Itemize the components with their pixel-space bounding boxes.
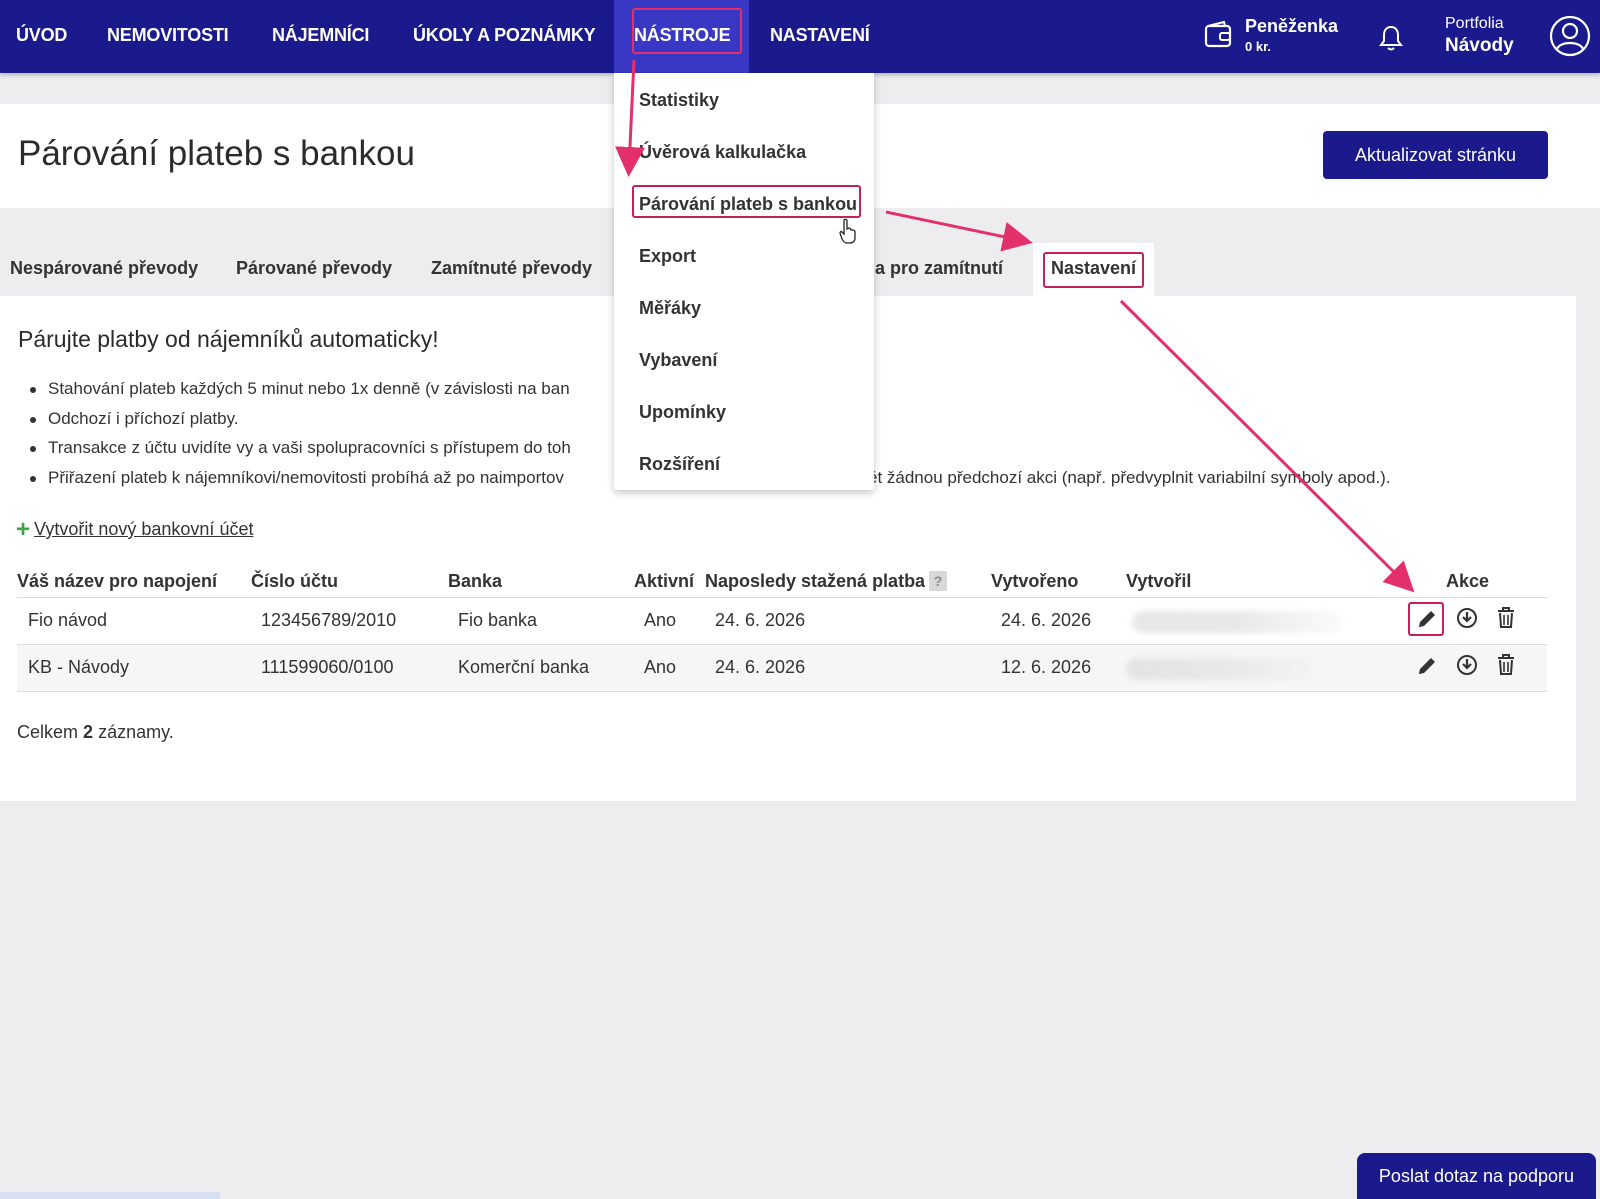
promo-title: Párujte platby od nájemníků automaticky! <box>18 326 439 352</box>
column-header-actions: Akce <box>1446 571 1490 591</box>
edit-icon[interactable] <box>1416 655 1438 677</box>
column-header-last-payment-label: Naposledy stažená platba <box>705 571 926 591</box>
menu-highlight-box <box>632 185 861 218</box>
column-header-name: Váš název pro napojení <box>17 571 218 591</box>
menu-item-uverova-kalkulacka[interactable]: Úvěrová kalkulačka <box>639 142 806 163</box>
total-suffix: záznamy. <box>98 722 174 742</box>
cell-name: Fio návod <box>28 610 108 630</box>
tab-highlight-box <box>1043 252 1144 288</box>
cell-name: KB - Návody <box>28 657 130 677</box>
menu-item-rozsireni[interactable]: Rozšíření <box>639 454 720 475</box>
nav-item-najemnici[interactable]: NÁJEMNÍCI <box>272 0 369 73</box>
cell-created: 24. 6. 2026 <box>1001 610 1092 630</box>
tab-nesparovane[interactable]: Nespárované převody <box>10 243 198 296</box>
promo-bullet: Odchozí i příchozí platby. <box>30 409 239 428</box>
bottom-strip <box>0 1192 220 1199</box>
wallet-icon[interactable] <box>1204 20 1232 50</box>
nav-item-uvod[interactable]: ÚVOD <box>16 0 67 73</box>
column-header-last-payment: Naposledy stažená platba? <box>705 571 948 592</box>
cell-account: 123456789/2010 <box>261 610 397 630</box>
total-number: 2 <box>83 722 94 742</box>
edit-icon[interactable] <box>1416 608 1438 630</box>
cell-created: 12. 6. 2026 <box>1001 657 1092 677</box>
page-title: Párování plateb s bankou <box>18 134 415 173</box>
tab-parovane[interactable]: Párované převody <box>236 243 392 296</box>
column-header-active: Aktivní <box>634 571 695 591</box>
hand-cursor-icon <box>839 218 856 244</box>
user-avatar-icon[interactable] <box>1548 14 1592 58</box>
download-icon[interactable] <box>1456 654 1478 676</box>
cell-bank: Komerční banka <box>458 657 590 677</box>
nav-highlight-box <box>632 8 742 54</box>
cell-last-payment: 24. 6. 2026 <box>715 657 806 677</box>
promo-bullet: Stahování plateb každých 5 minut nebo 1x… <box>30 379 570 398</box>
cell-active: Ano <box>644 610 677 630</box>
cell-bank: Fio banka <box>458 610 538 630</box>
cell-account: 111599060/0100 <box>261 657 394 677</box>
create-link-label: Vytvořit nový bankovní účet <box>34 519 254 539</box>
table-divider <box>17 691 1547 692</box>
cell-last-payment: 24. 6. 2026 <box>715 610 806 630</box>
help-icon[interactable]: ? <box>929 571 948 591</box>
promo-bullet: Přiřazení plateb k nájemníkovi/nemovitos… <box>30 468 564 487</box>
cell-created-by-redacted <box>1126 658 1316 680</box>
tab-pravidla-zamitnuti[interactable]: la pro zamítnutí <box>870 243 1003 296</box>
column-header-bank: Banka <box>448 571 503 591</box>
column-header-created-by: Vytvořil <box>1126 571 1192 591</box>
total-prefix: Celkem <box>17 722 79 742</box>
promo-bullet-tail: ět žádnou předchozí akci (např. předvypl… <box>868 468 1391 487</box>
menu-item-upominky[interactable]: Upomínky <box>639 402 726 423</box>
menu-item-export[interactable]: Export <box>639 246 696 267</box>
promo-bullet: Transakce z účtu uvidíte vy a vaši spolu… <box>30 438 571 457</box>
menu-item-meraky[interactable]: Měřáky <box>639 298 701 319</box>
nav-item-nemovitosti[interactable]: NEMOVITOSTI <box>107 0 229 73</box>
portfolio-value[interactable]: Návody <box>1445 35 1514 57</box>
nav-item-nastaveni[interactable]: NASTAVENÍ <box>770 0 870 73</box>
nav-item-ukoly[interactable]: ÚKOLY A POZNÁMKY <box>413 0 596 73</box>
create-bank-account-link[interactable]: + Vytvořit nový bankovní účet <box>16 516 253 544</box>
cell-active: Ano <box>644 657 677 677</box>
cell-created-by-redacted <box>1132 611 1342 633</box>
download-icon[interactable] <box>1456 607 1478 629</box>
portfolio-label[interactable]: Portfolia <box>1445 15 1504 33</box>
arrow-to-settings-tab <box>885 210 1033 252</box>
bell-icon[interactable] <box>1378 24 1404 52</box>
trash-icon[interactable] <box>1495 606 1517 628</box>
wallet-balance: 0 kr. <box>1245 39 1272 54</box>
refresh-page-button[interactable]: Aktualizovat stránku <box>1323 131 1548 179</box>
trash-icon[interactable] <box>1495 653 1517 675</box>
column-header-created: Vytvořeno <box>991 571 1079 591</box>
total-count: Celkem 2 záznamy. <box>17 722 174 743</box>
column-header-account: Číslo účtu <box>251 571 339 591</box>
wallet-title[interactable]: Peněženka <box>1245 16 1338 37</box>
plus-icon: + <box>16 516 31 543</box>
top-navbar: ÚVOD NEMOVITOSTI NÁJEMNÍCI ÚKOLY A POZNÁ… <box>0 0 1600 73</box>
tab-zamitnute[interactable]: Zamítnuté převody <box>431 243 592 296</box>
support-button[interactable]: Poslat dotaz na podporu <box>1357 1153 1596 1199</box>
menu-item-statistiky[interactable]: Statistiky <box>639 90 719 111</box>
menu-item-vybaveni[interactable]: Vybavení <box>639 350 717 371</box>
tools-dropdown-menu <box>614 73 874 490</box>
